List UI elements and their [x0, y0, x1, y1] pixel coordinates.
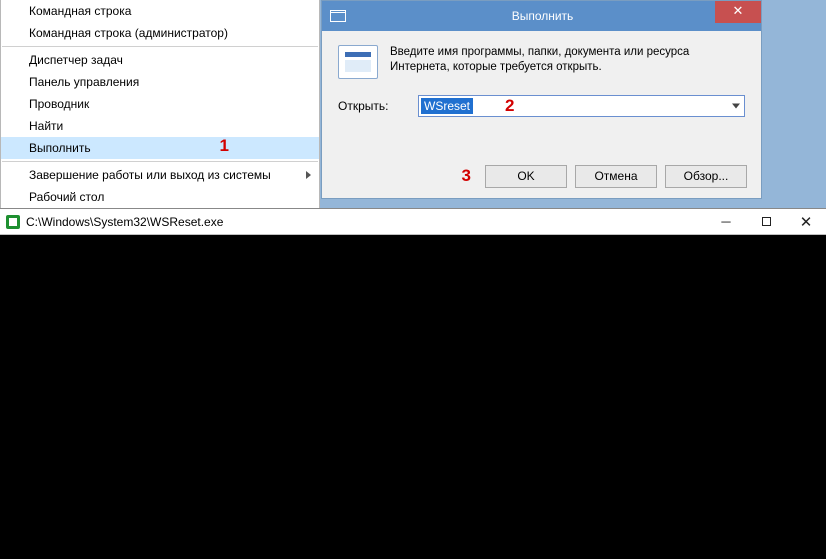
menu-label: Диспетчер задач — [29, 53, 123, 67]
menu-separator — [2, 46, 318, 47]
console-app-icon — [6, 215, 20, 229]
menu-item-search[interactable]: Найти — [1, 115, 319, 137]
menu-label: Панель управления — [29, 75, 139, 89]
menu-separator — [2, 161, 318, 162]
ok-button[interactable]: OK — [485, 165, 567, 188]
close-icon: ✕ — [800, 213, 813, 231]
menu-item-taskmgr[interactable]: Диспетчер задач — [1, 49, 319, 71]
minimize-icon: ─ — [721, 214, 730, 229]
menu-item-shutdown[interactable]: Завершение работы или выход из системы — [1, 164, 319, 186]
annotation-3: 3 — [462, 166, 471, 186]
run-program-icon — [338, 45, 378, 79]
menu-item-explorer[interactable]: Проводник — [1, 93, 319, 115]
run-window-icon — [330, 10, 346, 22]
minimize-button[interactable]: ─ — [706, 209, 746, 235]
open-label: Открыть: — [338, 99, 418, 113]
annotation-2: 2 — [505, 96, 514, 116]
open-input-value: WSreset — [421, 98, 473, 114]
menu-item-desktop[interactable]: Рабочий стол — [1, 186, 319, 208]
run-title: Выполнить — [354, 9, 761, 23]
chevron-down-icon[interactable] — [732, 104, 740, 109]
menu-label: Выполнить — [29, 141, 91, 155]
browse-button[interactable]: Обзор... — [665, 165, 747, 188]
menu-label: Командная строка — [29, 4, 131, 18]
menu-item-cmd[interactable]: Командная строка — [1, 0, 319, 22]
menu-label: Завершение работы или выход из системы — [29, 168, 271, 182]
menu-item-run[interactable]: Выполнить 1 — [1, 137, 319, 159]
cancel-button[interactable]: Отмена — [575, 165, 657, 188]
menu-item-control-panel[interactable]: Панель управления — [1, 71, 319, 93]
maximize-button[interactable] — [746, 209, 786, 235]
close-button[interactable]: ✕ — [786, 209, 826, 235]
menu-item-cmd-admin[interactable]: Командная строка (администратор) — [1, 22, 319, 44]
close-icon: ✕ — [733, 3, 744, 18]
console-titlebar[interactable]: C:\Windows\System32\WSReset.exe ─ ✕ — [0, 209, 826, 235]
menu-label: Проводник — [29, 97, 89, 111]
run-button-row: 3 OK Отмена Обзор... — [322, 154, 761, 198]
chevron-right-icon — [306, 171, 311, 179]
menu-label: Рабочий стол — [29, 190, 104, 204]
winx-menu: Командная строка Командная строка (админ… — [0, 0, 320, 209]
open-combobox[interactable]: WSreset 2 — [418, 95, 745, 117]
run-dialog: Выполнить ✕ Введите имя программы, папки… — [321, 0, 762, 199]
annotation-1: 1 — [220, 138, 229, 154]
maximize-icon — [762, 217, 771, 226]
console-title: C:\Windows\System32\WSReset.exe — [26, 215, 706, 229]
run-titlebar[interactable]: Выполнить ✕ — [322, 1, 761, 31]
menu-label: Командная строка (администратор) — [29, 26, 228, 40]
console-window: C:\Windows\System32\WSReset.exe ─ ✕ — [0, 208, 826, 559]
run-description: Введите имя программы, папки, документа … — [390, 45, 745, 79]
menu-label: Найти — [29, 119, 63, 133]
close-button[interactable]: ✕ — [715, 1, 761, 23]
